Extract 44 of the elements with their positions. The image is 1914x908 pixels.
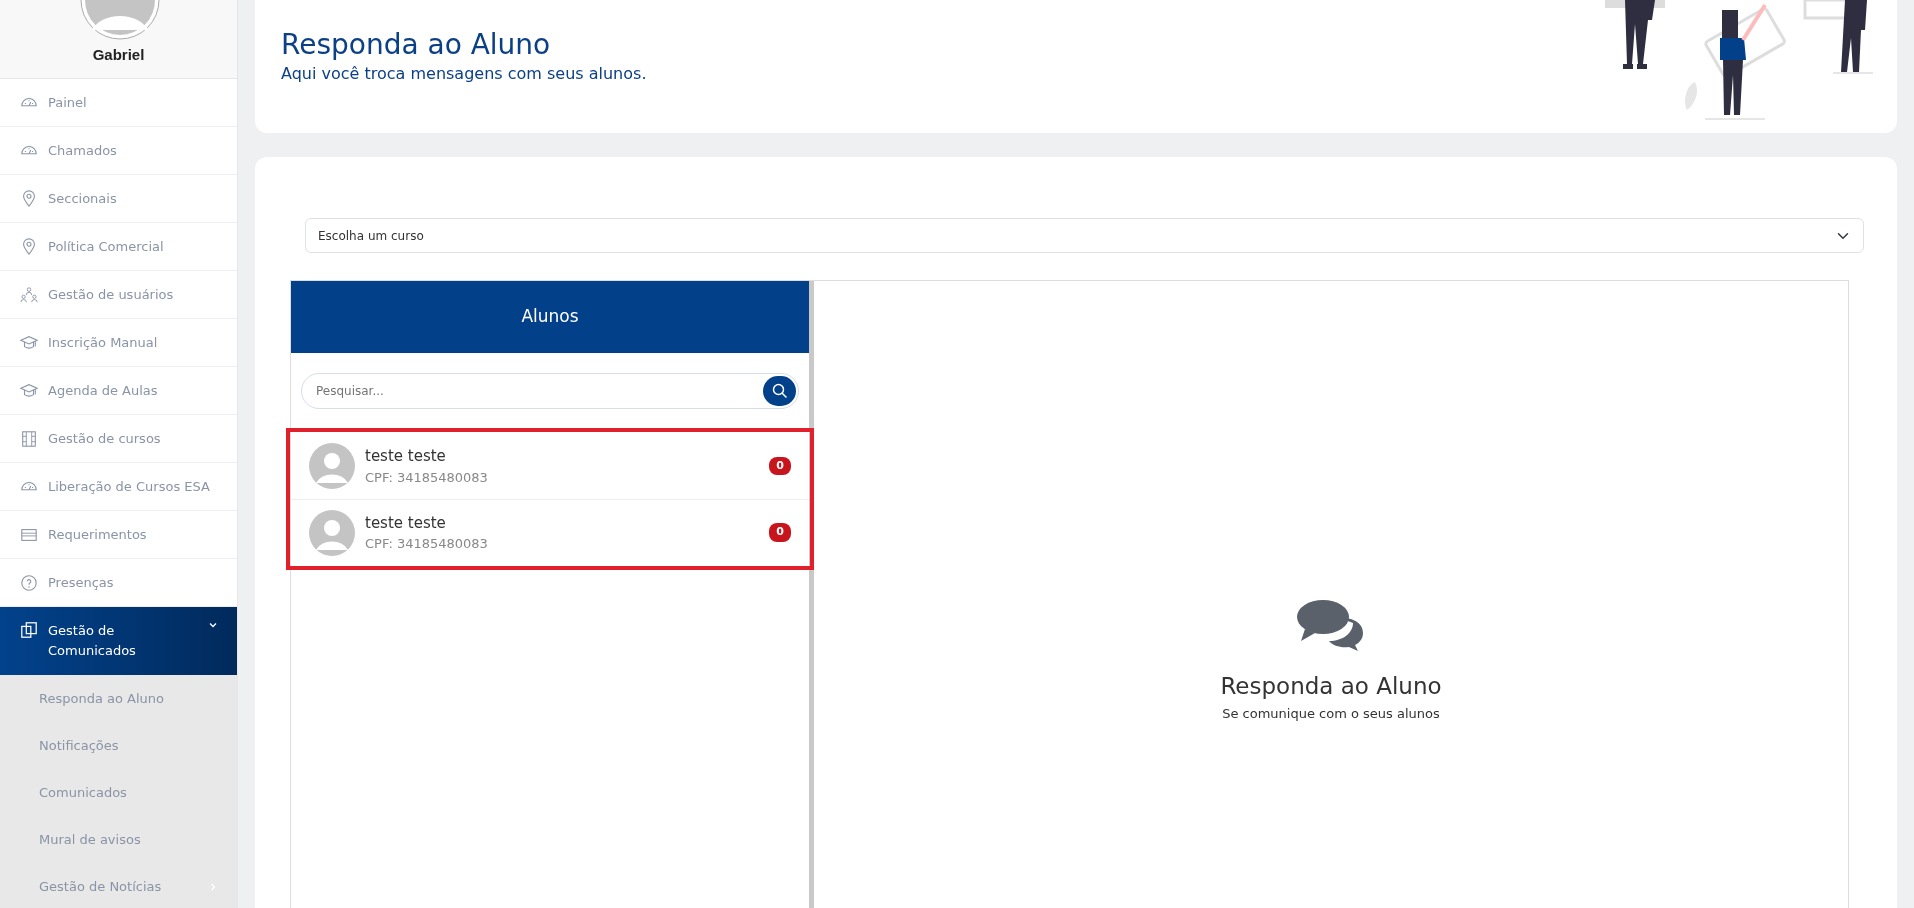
film-icon xyxy=(20,429,38,448)
pages-icon xyxy=(20,621,38,639)
sidebar-item-label: Seccionais xyxy=(48,189,117,208)
user-name: Gabriel xyxy=(91,45,146,65)
student-cpf: CPF: 34185480083 xyxy=(365,468,489,487)
course-select[interactable]: Escolha um curso xyxy=(305,218,1864,253)
sidebar-item-label: Painel xyxy=(48,93,87,112)
sidebar-item-label: Gestão de Comunicados xyxy=(48,622,137,660)
sidebar-item-label: Agenda de Aulas xyxy=(48,381,158,400)
submenu-item[interactable]: Mural de avisos xyxy=(0,816,237,863)
graduation-cap-icon xyxy=(20,381,38,400)
location-pin-icon xyxy=(20,237,38,256)
unread-count: 0 xyxy=(769,456,791,476)
search-icon xyxy=(771,383,788,399)
graduation-cap-icon xyxy=(20,333,38,352)
page-title: Responda ao Aluno xyxy=(281,28,552,62)
empty-state-title: Responda ao Aluno xyxy=(1220,672,1442,701)
sidebar-item-label: Política Comercial xyxy=(48,237,164,256)
unread-count: 0 xyxy=(769,523,791,542)
submenu-item[interactable]: Notificações xyxy=(0,722,237,769)
student-name: teste teste xyxy=(365,446,447,467)
avatar-icon xyxy=(309,509,355,556)
people-icon xyxy=(20,285,38,304)
search-field[interactable]: Pesquisar... xyxy=(301,373,799,409)
sidebar-item-label: Inscrição Manual xyxy=(48,333,158,352)
panel-header: Alunos xyxy=(291,281,809,353)
submenu-item[interactable]: Responda ao Aluno xyxy=(0,675,237,722)
student-cpf: CPF: 34185480083 xyxy=(365,535,489,553)
empty-state-subtitle: Se comunique com o seus alunos xyxy=(1222,704,1440,723)
page-subtitle: Aqui você troca mensagens com seus alunos. xyxy=(281,62,647,85)
sidebar-item-label: Requerimentos xyxy=(48,525,147,544)
avatar-icon xyxy=(309,443,355,489)
question-icon xyxy=(20,573,38,592)
student-name: teste teste xyxy=(365,512,447,534)
sidebar-item-label: Presenças xyxy=(48,573,114,592)
sidebar-item-label: Liberação de Cursos ESA xyxy=(48,477,210,496)
sidebar-item-label: Gestão de usuários xyxy=(48,285,174,304)
chat-bubbles-icon xyxy=(1297,599,1365,653)
submenu-item[interactable]: Comunicados xyxy=(0,769,237,816)
sidebar-item-label: Chamados xyxy=(48,141,117,160)
submenu-item-label: Gestão de Notícias xyxy=(39,877,162,896)
location-pin-icon xyxy=(20,189,38,208)
search-button[interactable] xyxy=(763,376,796,406)
sidebar-item-label: Gestão de cursos xyxy=(48,429,161,448)
